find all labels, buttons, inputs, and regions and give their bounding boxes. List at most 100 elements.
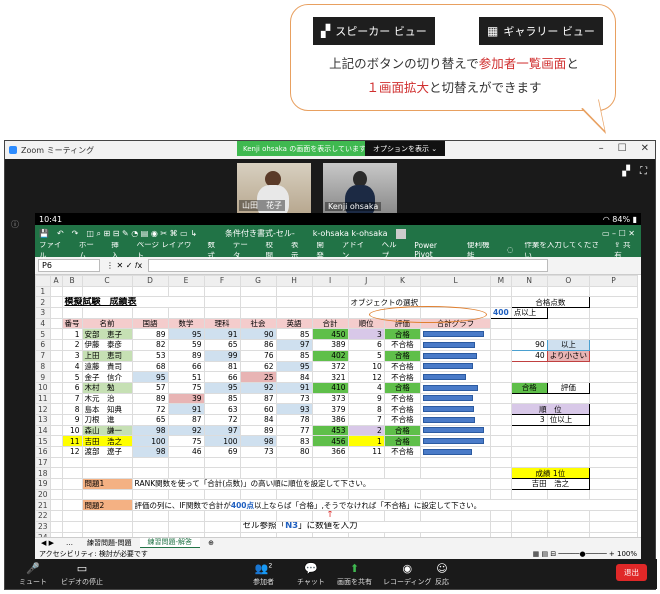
score-cell[interactable]: 57: [131, 381, 169, 394]
score-cell[interactable]: 95: [131, 371, 169, 383]
cell[interactable]: [49, 435, 63, 447]
rank-cell[interactable]: 12: [347, 371, 385, 383]
name-cell[interactable]: 木元 治: [81, 392, 133, 405]
top-name[interactable]: 吉田 浩之: [510, 478, 591, 490]
column-header[interactable]: M: [490, 275, 512, 287]
close-icon[interactable]: ✕: [641, 143, 649, 154]
view-switch-icon[interactable]: ▞: [622, 166, 630, 177]
cell[interactable]: [131, 456, 169, 469]
cell[interactable]: [589, 510, 639, 522]
score-cell[interactable]: 81: [203, 360, 241, 373]
column-header[interactable]: D: [131, 275, 169, 287]
name-cell[interactable]: 森山 謙一: [81, 424, 133, 437]
score-cell[interactable]: 66: [167, 360, 205, 373]
top-label[interactable]: 成績 1位: [510, 467, 591, 480]
cell[interactable]: [347, 510, 385, 522]
row-header[interactable]: 6: [35, 339, 51, 351]
cell[interactable]: [49, 392, 63, 405]
cell[interactable]: [81, 467, 133, 480]
mute-button[interactable]: 🎤 ミュート: [19, 562, 47, 587]
cell[interactable]: [589, 478, 639, 490]
cell[interactable]: [347, 285, 385, 298]
column-header[interactable]: E: [167, 275, 205, 287]
cell[interactable]: [383, 467, 422, 480]
cell[interactable]: [81, 520, 133, 533]
zoom-control[interactable]: ▦ ▤ ⊟ ─────●───── + 100%: [533, 550, 637, 558]
cell[interactable]: [589, 435, 639, 447]
column-header[interactable]: O: [546, 275, 591, 287]
score-cell[interactable]: 89: [131, 328, 169, 341]
cell[interactable]: [589, 520, 639, 533]
total-cell[interactable]: 453: [311, 424, 349, 437]
cell[interactable]: [546, 510, 591, 522]
number-cell[interactable]: 10: [61, 424, 83, 437]
number-cell[interactable]: 2: [61, 339, 83, 351]
column-header[interactable]: L: [420, 275, 492, 287]
cell[interactable]: [131, 467, 169, 480]
criteria-unit[interactable]: より小さい: [546, 349, 591, 362]
cell[interactable]: [589, 456, 639, 469]
score-cell[interactable]: 93: [275, 403, 313, 415]
name-cell[interactable]: 上田 恵司: [81, 349, 133, 362]
cell[interactable]: [275, 456, 313, 469]
cell[interactable]: [490, 478, 512, 490]
chat-button[interactable]: 💬 チャット: [297, 562, 325, 587]
cell[interactable]: [546, 456, 591, 469]
name-cell[interactable]: 渡部 遼子: [81, 446, 133, 458]
cell[interactable]: [383, 456, 422, 469]
cell[interactable]: [546, 307, 591, 319]
cell[interactable]: [589, 349, 639, 362]
cell[interactable]: [81, 307, 133, 319]
score-cell[interactable]: 90: [239, 328, 277, 341]
rank-cell[interactable]: 7: [347, 413, 385, 426]
cell[interactable]: [311, 285, 349, 298]
formula-input[interactable]: [148, 259, 549, 272]
score-cell[interactable]: 82: [131, 339, 169, 351]
rank-cell[interactable]: 8: [347, 403, 385, 415]
cell[interactable]: [589, 413, 639, 426]
score-cell[interactable]: 62: [239, 360, 277, 373]
cell[interactable]: [61, 488, 83, 501]
cell[interactable]: [490, 413, 512, 426]
cell[interactable]: [61, 467, 83, 480]
cell[interactable]: [510, 488, 548, 501]
eval-cell[interactable]: 不合格: [383, 371, 422, 383]
cell[interactable]: [420, 285, 492, 298]
cell[interactable]: [61, 285, 83, 298]
total-cell[interactable]: 410: [311, 381, 349, 394]
cell[interactable]: [49, 446, 63, 458]
rank-cell[interactable]: 2: [347, 424, 385, 437]
cell[interactable]: [81, 488, 133, 501]
cell[interactable]: [239, 488, 277, 501]
rank-cell[interactable]: 3: [347, 328, 385, 341]
share-screen-button[interactable]: ⬆ 画面を共有: [337, 562, 372, 587]
number-cell[interactable]: 4: [61, 360, 83, 373]
cell[interactable]: [49, 307, 63, 319]
rank-cell[interactable]: 11: [347, 446, 385, 458]
cell[interactable]: [510, 456, 548, 469]
row-header[interactable]: 14: [35, 424, 51, 437]
score-cell[interactable]: 97: [275, 339, 313, 351]
maximize-icon[interactable]: ☐: [618, 143, 627, 154]
cell[interactable]: [49, 381, 63, 394]
score-cell[interactable]: 92: [167, 424, 205, 437]
total-bar-cell[interactable]: [420, 360, 492, 373]
cell[interactable]: [490, 392, 512, 405]
pass-points-unit[interactable]: 点以上: [510, 307, 548, 319]
score-cell[interactable]: 89: [131, 392, 169, 405]
score-cell[interactable]: 97: [203, 424, 241, 437]
cell[interactable]: [490, 510, 512, 522]
total-bar-cell[interactable]: [420, 446, 492, 458]
eval-cell[interactable]: 不合格: [383, 339, 422, 351]
cell[interactable]: [167, 520, 205, 533]
score-cell[interactable]: 89: [239, 424, 277, 437]
save-icon[interactable]: 💾: [39, 229, 49, 238]
cell[interactable]: [311, 488, 349, 501]
rank-unit[interactable]: 位以上: [546, 413, 591, 426]
cell[interactable]: [275, 488, 313, 501]
cell[interactable]: [275, 307, 313, 319]
cell[interactable]: [49, 339, 63, 351]
cell[interactable]: [589, 317, 639, 330]
cell[interactable]: [275, 510, 313, 522]
cell[interactable]: [490, 339, 512, 351]
